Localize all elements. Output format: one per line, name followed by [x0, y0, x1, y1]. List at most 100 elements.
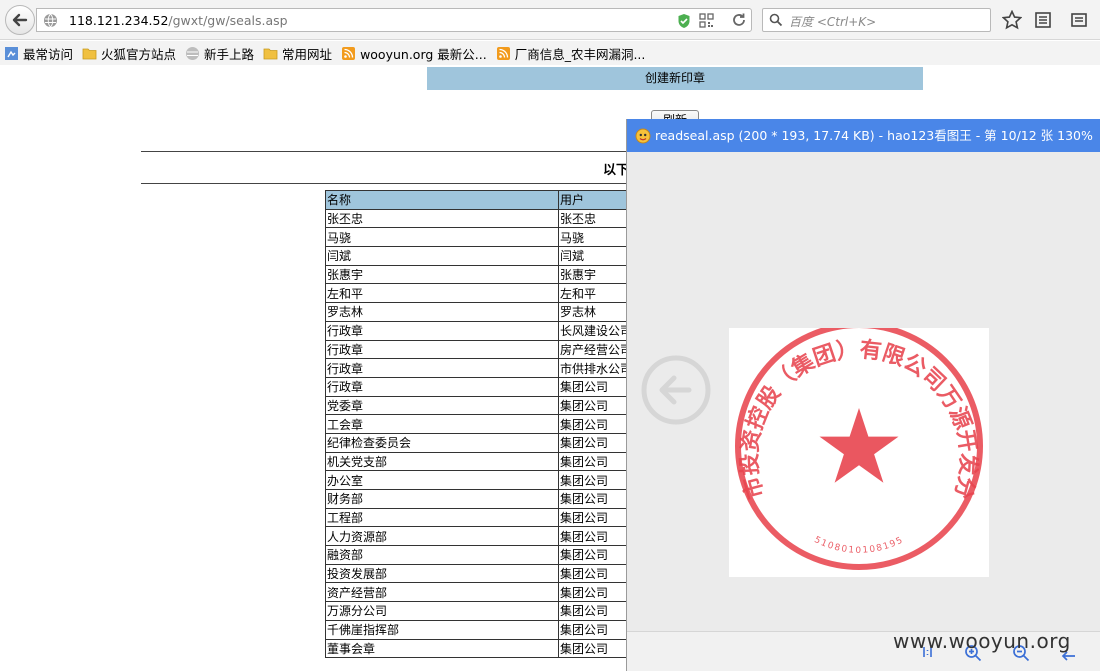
- hao123-viewer-icon: [635, 128, 651, 144]
- bookmark-item[interactable]: wooyun.org 最新公...: [341, 44, 487, 63]
- table-row: 资产经营部 集团公司: [325, 582, 635, 603]
- table-row: 人力资源部 集团公司: [325, 526, 635, 547]
- bookmarks-menu-icon[interactable]: [1034, 11, 1052, 29]
- bookmark-label: 厂商信息_农丰网漏洞...: [514, 46, 646, 62]
- seal-name-cell: 工会章: [325, 414, 559, 434]
- seal-user-cell: 集团公司: [558, 545, 635, 565]
- rss-icon: [496, 46, 510, 60]
- table-row: 办公室 集团公司: [325, 470, 635, 490]
- table-header-row: 名称 用户: [325, 190, 635, 210]
- seal-user-cell: 集团公司: [558, 489, 635, 509]
- back-button[interactable]: [5, 5, 35, 35]
- seal-user-cell: 集团公司: [558, 451, 635, 472]
- column-header-user: 用户: [558, 190, 635, 210]
- table-row: 董事会章 集团公司: [325, 638, 635, 659]
- bookmark-label: 火狐官方站点: [101, 46, 177, 62]
- seal-user-cell: 张丕忠: [558, 208, 635, 229]
- seal-name-cell: 纪律检查委员会: [325, 432, 559, 453]
- seal-user-cell: 集团公司: [558, 582, 635, 603]
- url-host: 118.121.234.52: [69, 13, 169, 28]
- table-row: 党委章 集团公司: [325, 395, 635, 416]
- site-identity-icon[interactable]: [43, 13, 58, 28]
- globe-icon: [186, 46, 200, 60]
- seal-user-cell: 集团公司: [558, 507, 635, 528]
- bookmark-label: 新手上路: [204, 46, 255, 62]
- table-row: 工程部 集团公司: [325, 507, 635, 528]
- seal-user-cell: 集团公司: [558, 414, 635, 434]
- seal-name-cell: 张惠宇: [325, 264, 559, 285]
- table-row: 行政章 长风建设公司: [325, 320, 635, 341]
- url-text[interactable]: 118.121.234.52/gwxt/gw/seals.asp: [69, 13, 288, 28]
- viewer-title-text: readseal.asp (200 * 193, 17.74 KB) - hao…: [655, 128, 1093, 143]
- reload-icon[interactable]: [731, 12, 747, 28]
- folder-icon: [82, 48, 97, 59]
- back-arrow-icon: [12, 13, 28, 27]
- seal-name-cell: 党委章: [325, 395, 559, 416]
- security-shield-icon[interactable]: [677, 13, 691, 29]
- seals-table: 名称 用户 张丕忠 张丕忠 马骁 马骁 闫斌 闫斌 张惠宇 张惠宇 左和平 左和平 罗志林 罗志林 行政…: [325, 190, 635, 659]
- seal-name-cell: 工程部: [325, 507, 559, 528]
- seal-user-cell: 集团公司: [558, 376, 635, 397]
- qr-code-icon[interactable]: [699, 13, 714, 28]
- table-row: 罗志林 罗志林: [325, 302, 635, 322]
- seal-name-cell: 行政章: [325, 320, 559, 341]
- previous-image-icon[interactable]: [641, 355, 711, 425]
- seal-name-cell: 左和平: [325, 283, 559, 304]
- bookmark-item[interactable]: 常用网址: [263, 44, 332, 63]
- seal-user-cell: 集团公司: [558, 601, 635, 621]
- seal-user-cell: 集团公司: [558, 563, 635, 584]
- seal-user-cell: 市供排水公司: [558, 358, 635, 378]
- url-path: /gwxt/gw/seals.asp: [168, 13, 288, 28]
- bookmark-item[interactable]: 最常访问: [4, 44, 73, 63]
- watermark-text: www.wooyun.org: [893, 629, 1071, 653]
- seal-name-cell: 资产经营部: [325, 582, 559, 603]
- bookmark-item[interactable]: 火狐官方站点: [82, 44, 176, 63]
- seal-name-cell: 万源分公司: [325, 601, 559, 621]
- table-row: 投资发展部 集团公司: [325, 563, 635, 584]
- seal-user-cell: 房产经营公司: [558, 339, 635, 360]
- seal-name-cell: 张丕忠: [325, 208, 559, 229]
- search-bar[interactable]: 百度 <Ctrl+K>: [762, 8, 991, 32]
- seal-user-cell: 马骁: [558, 227, 635, 248]
- create-seal-link[interactable]: 创建新印章: [427, 67, 923, 90]
- seal-name-cell: 办公室: [325, 470, 559, 490]
- table-row: 马骁 马骁: [325, 227, 635, 248]
- seal-user-cell: 集团公司: [558, 432, 635, 453]
- svg-text:5108010108195: 5108010108195: [812, 535, 905, 556]
- table-row: 闫斌 闫斌: [325, 246, 635, 266]
- seal-name-cell: 机关党支部: [325, 451, 559, 472]
- bookmark-item[interactable]: 新手上路: [185, 44, 254, 63]
- table-row: 工会章 集团公司: [325, 414, 635, 434]
- seal-user-cell: 集团公司: [558, 470, 635, 490]
- seal-number: 5108010108195: [812, 535, 904, 556]
- table-row: 机关党支部 集团公司: [325, 451, 635, 472]
- table-row: 行政章 房产经营公司: [325, 339, 635, 360]
- seal-name-cell: 融资部: [325, 545, 559, 565]
- reader-view-icon[interactable]: [1070, 11, 1088, 29]
- search-input[interactable]: 百度 <Ctrl+K>: [789, 13, 876, 30]
- viewer-title-bar[interactable]: readseal.asp (200 * 193, 17.74 KB) - hao…: [627, 119, 1100, 152]
- seal-name-cell: 人力资源部: [325, 526, 559, 547]
- table-row: 财务部 集团公司: [325, 489, 635, 509]
- bookmarks-toolbar: 最常访问 火狐官方站点 新手上路 常用网址 wooyun.org 最新公... …: [0, 41, 1100, 65]
- divider: [141, 183, 641, 184]
- seal-user-cell: 集团公司: [558, 619, 635, 640]
- seal-name-cell: 行政章: [325, 376, 559, 397]
- seal-user-cell: 左和平: [558, 283, 635, 304]
- image-viewer-window: readseal.asp (200 * 193, 17.74 KB) - hao…: [626, 119, 1100, 671]
- table-row: 融资部 集团公司: [325, 545, 635, 565]
- most-visited-icon: [5, 46, 18, 60]
- browser-toolbar: 118.121.234.52/gwxt/gw/seals.asp 百度 <Ctr…: [0, 0, 1100, 40]
- seal-name-cell: 千佛崖指挥部: [325, 619, 559, 640]
- seal-user-cell: 张惠宇: [558, 264, 635, 285]
- bookmark-item[interactable]: 厂商信息_农丰网漏洞...: [496, 44, 646, 63]
- bookmark-label: 最常访问: [23, 46, 74, 62]
- table-row: 张丕忠 张丕忠: [325, 208, 635, 229]
- bookmark-star-icon[interactable]: [1002, 10, 1022, 30]
- seal-name-cell: 行政章: [325, 358, 559, 378]
- seal-name-cell: 罗志林: [325, 302, 559, 322]
- url-bar[interactable]: 118.121.234.52/gwxt/gw/seals.asp: [36, 8, 752, 32]
- seal-user-cell: 集团公司: [558, 526, 635, 547]
- seal-user-cell: 长风建设公司: [558, 320, 635, 341]
- folder-icon: [263, 48, 278, 59]
